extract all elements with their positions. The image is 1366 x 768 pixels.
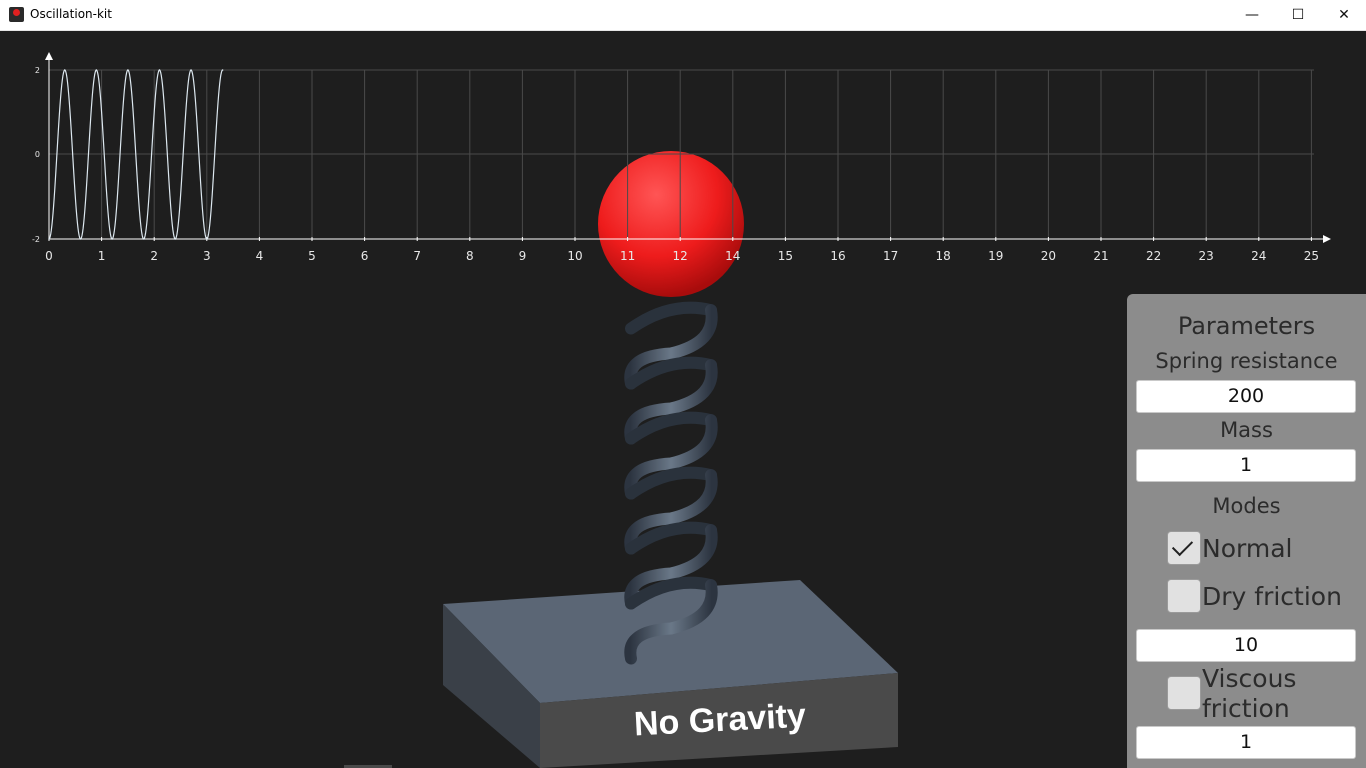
x-tick-label: 0 — [45, 249, 53, 263]
x-tick-label: 10 — [567, 249, 582, 263]
x-tick-label: 6 — [361, 249, 369, 263]
modes-label: Modes — [1212, 494, 1281, 518]
data-point — [190, 69, 192, 71]
data-point — [221, 69, 224, 71]
minimize-button[interactable]: — — [1229, 0, 1275, 31]
viscous-friction-label: Viscous friction — [1202, 664, 1297, 723]
x-tick-label: 2 — [150, 249, 158, 263]
x-tick-label: 25 — [1304, 249, 1319, 263]
x-tick-label: 22 — [1146, 249, 1161, 263]
x-axis-arrow — [1323, 235, 1331, 243]
x-tick-label: 21 — [1093, 249, 1108, 263]
data-point — [79, 238, 82, 240]
maximize-button[interactable]: ☐ — [1275, 0, 1321, 31]
close-button[interactable]: ✕ — [1321, 0, 1366, 31]
y-tick-label: 0 — [35, 150, 40, 159]
dry-friction-input[interactable]: 10 — [1136, 629, 1356, 662]
data-point — [63, 69, 66, 71]
y-tick-label: -2 — [32, 235, 40, 244]
data-point — [95, 69, 98, 71]
data-point — [206, 238, 208, 240]
x-tick-label: 7 — [413, 249, 421, 263]
app-icon — [9, 7, 24, 22]
data-point — [142, 238, 145, 240]
normal-checkbox[interactable] — [1167, 531, 1201, 565]
panel-title: Parameters — [1177, 312, 1316, 340]
y-axis-arrow — [45, 52, 53, 60]
data-point — [111, 238, 113, 240]
data-point — [127, 69, 129, 71]
check-mark-icon — [1171, 534, 1194, 557]
spring-resistance-label: Spring resistance — [1155, 349, 1338, 373]
x-tick-label: 9 — [519, 249, 527, 263]
x-tick-label: 3 — [203, 249, 211, 263]
x-tick-label: 12 — [673, 249, 688, 263]
oscillation-graph: 0 1 2 3 4 5 6 7 8 9 10 11 12 14 15 16 17 18 19 20 21 22 23 24 25… — [32, 52, 1331, 263]
x-tick-label: 16 — [830, 249, 845, 263]
x-tick-label: 4 — [256, 249, 264, 263]
mass-label: Mass — [1220, 418, 1273, 442]
data-point — [48, 238, 50, 240]
dry-friction-checkbox[interactable] — [1167, 579, 1201, 613]
simulation-viewport[interactable]: No Gravity 0 1 2 3 4 5 6 7 8 9 10 11 12 14 15 16 17 18 19 2… — [0, 31, 1366, 768]
data-point — [174, 238, 177, 240]
x-tick-label: 17 — [883, 249, 898, 263]
dry-friction-label: Dry friction — [1202, 582, 1342, 611]
parameters-panel: Parameters Spring resistance 200 Mass 1 … — [1127, 294, 1366, 768]
x-tick-label: 14 — [725, 249, 740, 263]
x-tick-label: 23 — [1199, 249, 1214, 263]
x-tick-label: 15 — [778, 249, 793, 263]
window-title: Oscillation-kit — [30, 7, 112, 21]
viscous-friction-input[interactable]: 1 — [1136, 726, 1356, 759]
x-tick-label: 5 — [308, 249, 316, 263]
x-tick-label: 24 — [1251, 249, 1266, 263]
spring-coil-back — [625, 301, 717, 335]
normal-label: Normal — [1202, 534, 1293, 563]
x-tick-label: 18 — [936, 249, 951, 263]
x-tick-label: 20 — [1041, 249, 1056, 263]
x-tick-label: 8 — [466, 249, 474, 263]
x-tick-label: 19 — [988, 249, 1003, 263]
x-tick-label: 1 — [98, 249, 106, 263]
mass-input[interactable]: 1 — [1136, 449, 1356, 482]
x-tick-label: 11 — [620, 249, 635, 263]
spring-resistance-input[interactable]: 200 — [1136, 380, 1356, 413]
viscous-friction-checkbox[interactable] — [1167, 676, 1201, 710]
title-bar: Oscillation-kit — ☐ ✕ — [0, 0, 1366, 31]
data-point — [158, 69, 161, 71]
y-tick-label: 2 — [35, 66, 40, 75]
